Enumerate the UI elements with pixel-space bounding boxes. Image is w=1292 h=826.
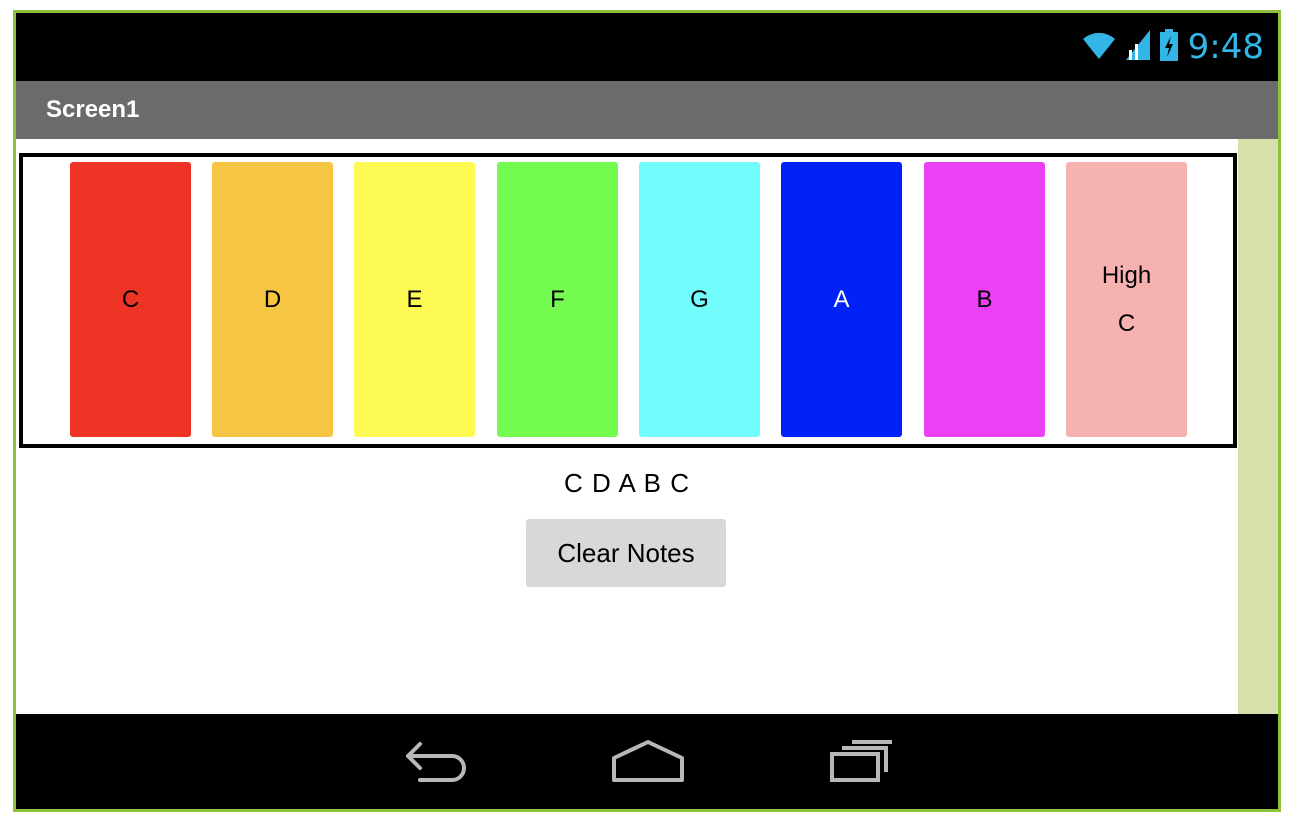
phone-screen: 9:48 Screen1 C D E F G A B High C C D A … — [13, 10, 1281, 812]
key-label: E — [406, 285, 423, 313]
battery-charging-icon — [1159, 28, 1178, 66]
title-bar: Screen1 — [16, 81, 1278, 139]
home-icon[interactable] — [610, 736, 686, 791]
status-icons: 9:48 — [1082, 23, 1264, 71]
clock: 9:48 — [1187, 27, 1264, 67]
key-label: C — [121, 285, 140, 313]
key-high-c-button[interactable]: High C — [1066, 162, 1187, 437]
signal-icon — [1125, 29, 1150, 65]
key-d-button[interactable]: D — [212, 162, 333, 437]
key-label-line1: High — [1101, 261, 1152, 289]
key-label: A — [833, 285, 850, 313]
wifi-icon — [1082, 30, 1116, 65]
clear-notes-button[interactable]: Clear Notes — [526, 519, 726, 587]
key-e-button[interactable]: E — [354, 162, 475, 437]
key-label: D — [263, 285, 282, 313]
status-bar: 9:48 — [16, 13, 1278, 81]
notes-played-label: C D A B C — [563, 468, 691, 498]
key-c-button[interactable]: C — [70, 162, 191, 437]
screen-title: Screen1 — [46, 96, 140, 123]
key-label: G — [690, 285, 709, 313]
key-g-button[interactable]: G — [639, 162, 760, 437]
key-b-button[interactable]: B — [924, 162, 1045, 437]
scrollbar-track[interactable] — [1238, 139, 1278, 714]
key-label: F — [550, 285, 565, 313]
key-f-button[interactable]: F — [497, 162, 618, 437]
recent-apps-icon[interactable] — [826, 736, 896, 791]
key-label-line2: C — [1117, 309, 1136, 337]
navigation-bar — [16, 714, 1278, 809]
key-label: B — [976, 285, 993, 313]
back-icon[interactable] — [400, 736, 470, 791]
key-a-button[interactable]: A — [781, 162, 902, 437]
keys-arrangement: C D E F G A B High C — [19, 153, 1237, 448]
